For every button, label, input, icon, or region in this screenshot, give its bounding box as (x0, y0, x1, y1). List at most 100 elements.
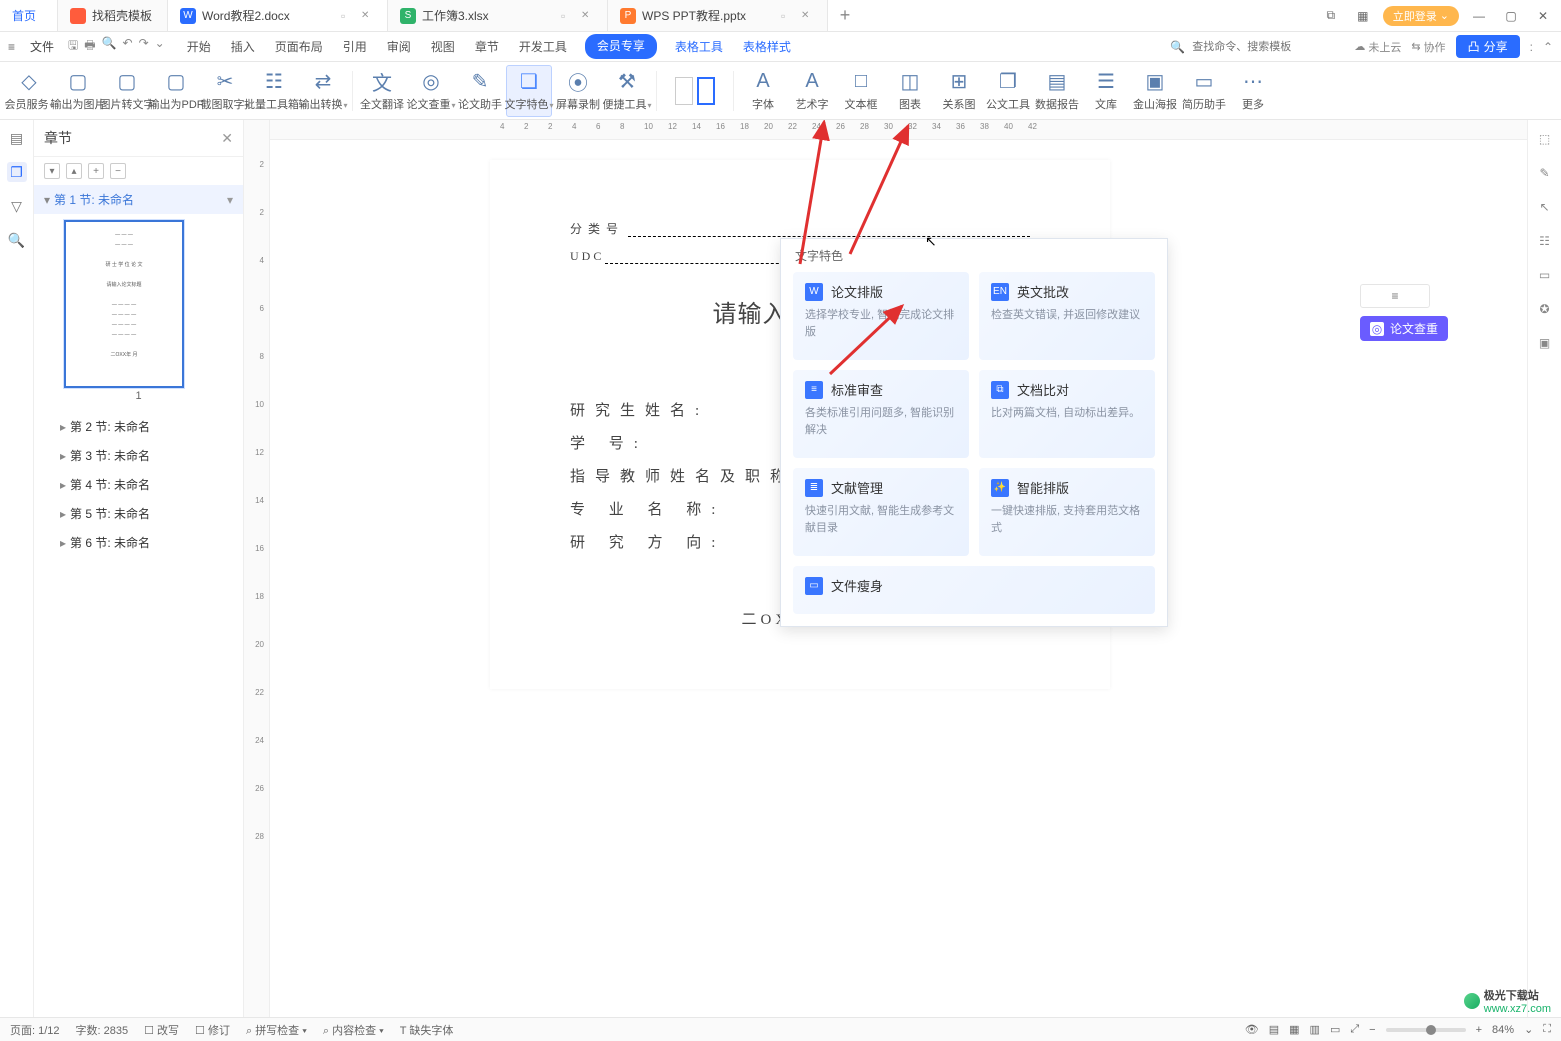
apps-icon[interactable]: ▦ (1351, 4, 1375, 28)
menu-start[interactable]: 开始 (185, 34, 213, 59)
menu-layout[interactable]: 页面布局 (273, 34, 325, 59)
zoom-value[interactable]: 84% (1492, 1024, 1514, 1036)
view-print-icon[interactable]: ▤ (1269, 1023, 1279, 1036)
qat-more-icon[interactable]: ⌄ (155, 36, 165, 57)
menu-view[interactable]: 视图 (429, 34, 457, 59)
sections-icon[interactable]: ❐ (7, 162, 27, 182)
remove-section-icon[interactable]: − (110, 163, 126, 179)
section-1[interactable]: ▾第 1 节: 未命名▾ (34, 185, 243, 214)
zoom-out-icon[interactable]: − (1369, 1024, 1375, 1036)
read-mode-icon[interactable]: 👁 (1245, 1023, 1259, 1036)
callout-check[interactable]: ◎论文查重 (1360, 316, 1448, 341)
shape-icon[interactable]: ▣ (1536, 334, 1554, 352)
feature-智能排版[interactable]: ✨智能排版一键快速排版, 支持套用范文格式 (979, 468, 1155, 556)
status-edit-mode[interactable]: ☐ 改写 (144, 1022, 179, 1038)
fullscreen-icon[interactable]: ⛶ (1543, 1023, 1551, 1036)
login-button[interactable]: 立即登录 ⌄ (1383, 6, 1459, 26)
ribbon-字体[interactable]: A字体 (740, 65, 786, 117)
menu-table-style[interactable]: 表格样式 (741, 34, 793, 59)
outline-icon[interactable]: ▤ (7, 128, 27, 148)
ribbon-图片转文字[interactable]: ▢图片转文字 (104, 65, 150, 117)
zoom-menu-icon[interactable]: ⌄ (1524, 1023, 1533, 1036)
redo-icon[interactable]: ↷ (139, 36, 149, 57)
page-style-gallery[interactable] (663, 65, 727, 117)
print-icon[interactable]: 🖶 (84, 36, 95, 57)
undo-icon[interactable]: ↶ (123, 36, 133, 57)
find-icon[interactable]: 🔍 (7, 230, 27, 250)
ribbon-数据报告[interactable]: ▤数据报告 (1034, 65, 1080, 117)
section-item[interactable]: ▸第 5 节: 未命名 (34, 499, 243, 528)
ribbon-输出为PDF[interactable]: ▢输出为PDF (153, 65, 199, 117)
ribbon-输出转换[interactable]: ⇄输出转换 (300, 65, 346, 117)
tab-word[interactable]: W Word教程2.docx ▫ ✕ (168, 0, 388, 31)
home-tab[interactable]: 首页 (0, 0, 58, 31)
tab-overflow-icon[interactable]: ▫ (561, 9, 575, 23)
ribbon-艺术字[interactable]: A艺术字 (789, 65, 835, 117)
menu-refs[interactable]: 引用 (341, 34, 369, 59)
save-icon[interactable]: 🖫 (68, 36, 78, 57)
maximize-icon[interactable]: ▢ (1499, 4, 1523, 28)
cloud-state[interactable]: ☁ 未上云 (1354, 39, 1401, 55)
feature-文档比对[interactable]: ⧉文档比对比对两篇文档, 自动标出差异。 (979, 370, 1155, 458)
add-tab-button[interactable]: + (828, 0, 862, 31)
ribbon-文库[interactable]: ☰文库 (1083, 65, 1129, 117)
feature-英文批改[interactable]: EN英文批改检查英文错误, 并返回修改建议 (979, 272, 1155, 360)
panel-close-icon[interactable]: ✕ (221, 130, 233, 147)
collapse-all-icon[interactable]: ▾ (44, 163, 60, 179)
minimize-icon[interactable]: — (1467, 4, 1491, 28)
status-content[interactable]: ⌕ 内容检查 ▾ (323, 1022, 384, 1038)
coop-button[interactable]: ⇆ 协作 (1411, 39, 1445, 55)
status-missing-font[interactable]: T 缺失字体 (400, 1022, 454, 1038)
hamburger-icon[interactable]: ≡ (8, 40, 26, 54)
menubar-more-icon[interactable]: : (1530, 40, 1533, 54)
menu-section[interactable]: 章节 (473, 34, 501, 59)
ribbon-简历助手[interactable]: ▭简历助手 (1181, 65, 1227, 117)
ribbon-会员服务[interactable]: ◇会员服务 (6, 65, 52, 117)
ribbon-便捷工具[interactable]: ⚒便捷工具 (604, 65, 650, 117)
status-words[interactable]: 字数: 2835 (76, 1022, 129, 1038)
ribbon-图表[interactable]: ◫图表 (887, 65, 933, 117)
search-input[interactable] (1190, 40, 1330, 54)
add-section-icon[interactable]: + (88, 163, 104, 179)
fit-width-icon[interactable]: ⤢ (1350, 1023, 1359, 1036)
ribbon-截图取字[interactable]: ✂截图取字 (202, 65, 248, 117)
close-window-icon[interactable]: ✕ (1531, 4, 1555, 28)
collapse-ribbon-icon[interactable]: ⌃ (1543, 40, 1553, 54)
close-icon[interactable]: ✕ (801, 10, 815, 21)
bookmark-icon[interactable]: ▽ (7, 196, 27, 216)
status-spell[interactable]: ⌕ 拼写检查 ▾ (246, 1022, 307, 1038)
ribbon-输出为图片[interactable]: ▢输出为图片 (55, 65, 101, 117)
close-icon[interactable]: ✕ (581, 10, 595, 21)
menu-insert[interactable]: 插入 (229, 34, 257, 59)
grid-icon[interactable]: ⧉ (1319, 4, 1343, 28)
ribbon-论文查重[interactable]: ◎论文查重 (408, 65, 454, 117)
preview-icon[interactable]: 🔍 (102, 36, 117, 57)
section-item[interactable]: ▸第 3 节: 未命名 (34, 441, 243, 470)
feature-文件瘦身[interactable]: ▭文件瘦身 (793, 566, 1155, 614)
tab-ppt[interactable]: P WPS PPT教程.pptx ▫ ✕ (608, 0, 828, 31)
tab-overflow-icon[interactable]: ▫ (781, 9, 795, 23)
callout-bubble[interactable]: ≡ (1360, 284, 1430, 308)
ribbon-文字特色[interactable]: ❏文字特色 (506, 65, 552, 117)
menu-table-tools[interactable]: 表格工具 (673, 34, 725, 59)
feature-文献管理[interactable]: ≣文献管理快速引用文献, 智能生成参考文献目录 (793, 468, 969, 556)
link-icon[interactable]: ✪ (1536, 300, 1554, 318)
clipboard-icon[interactable]: ☷ (1536, 232, 1554, 250)
file-menu[interactable]: 文件 (30, 38, 54, 55)
view-web-icon[interactable]: ▦ (1289, 1023, 1299, 1036)
zoom-slider[interactable] (1386, 1028, 1466, 1032)
page-thumbnail[interactable]: — — —— — —研 士 学 位 论 文请输入论文标题— — — —— — —… (64, 220, 184, 388)
status-page[interactable]: 页面: 1/12 (10, 1022, 60, 1038)
zoom-in-icon[interactable]: + (1476, 1024, 1482, 1036)
section-item[interactable]: ▸第 2 节: 未命名 (34, 412, 243, 441)
pointer-icon[interactable]: ↖ (1536, 198, 1554, 216)
command-search[interactable]: 🔍 (1164, 40, 1344, 54)
menu-review[interactable]: 审阅 (385, 34, 413, 59)
ribbon-文本框[interactable]: □文本框 (838, 65, 884, 117)
ribbon-公文工具[interactable]: ❐公文工具 (985, 65, 1031, 117)
share-button[interactable]: 凸 分享 (1456, 35, 1520, 58)
section-item[interactable]: ▸第 4 节: 未命名 (34, 470, 243, 499)
select-tool-icon[interactable]: ⬚ (1536, 130, 1554, 148)
pen-tool-icon[interactable]: ✎ (1536, 164, 1554, 182)
ribbon-屏幕录制[interactable]: ⦿屏幕录制 (555, 65, 601, 117)
